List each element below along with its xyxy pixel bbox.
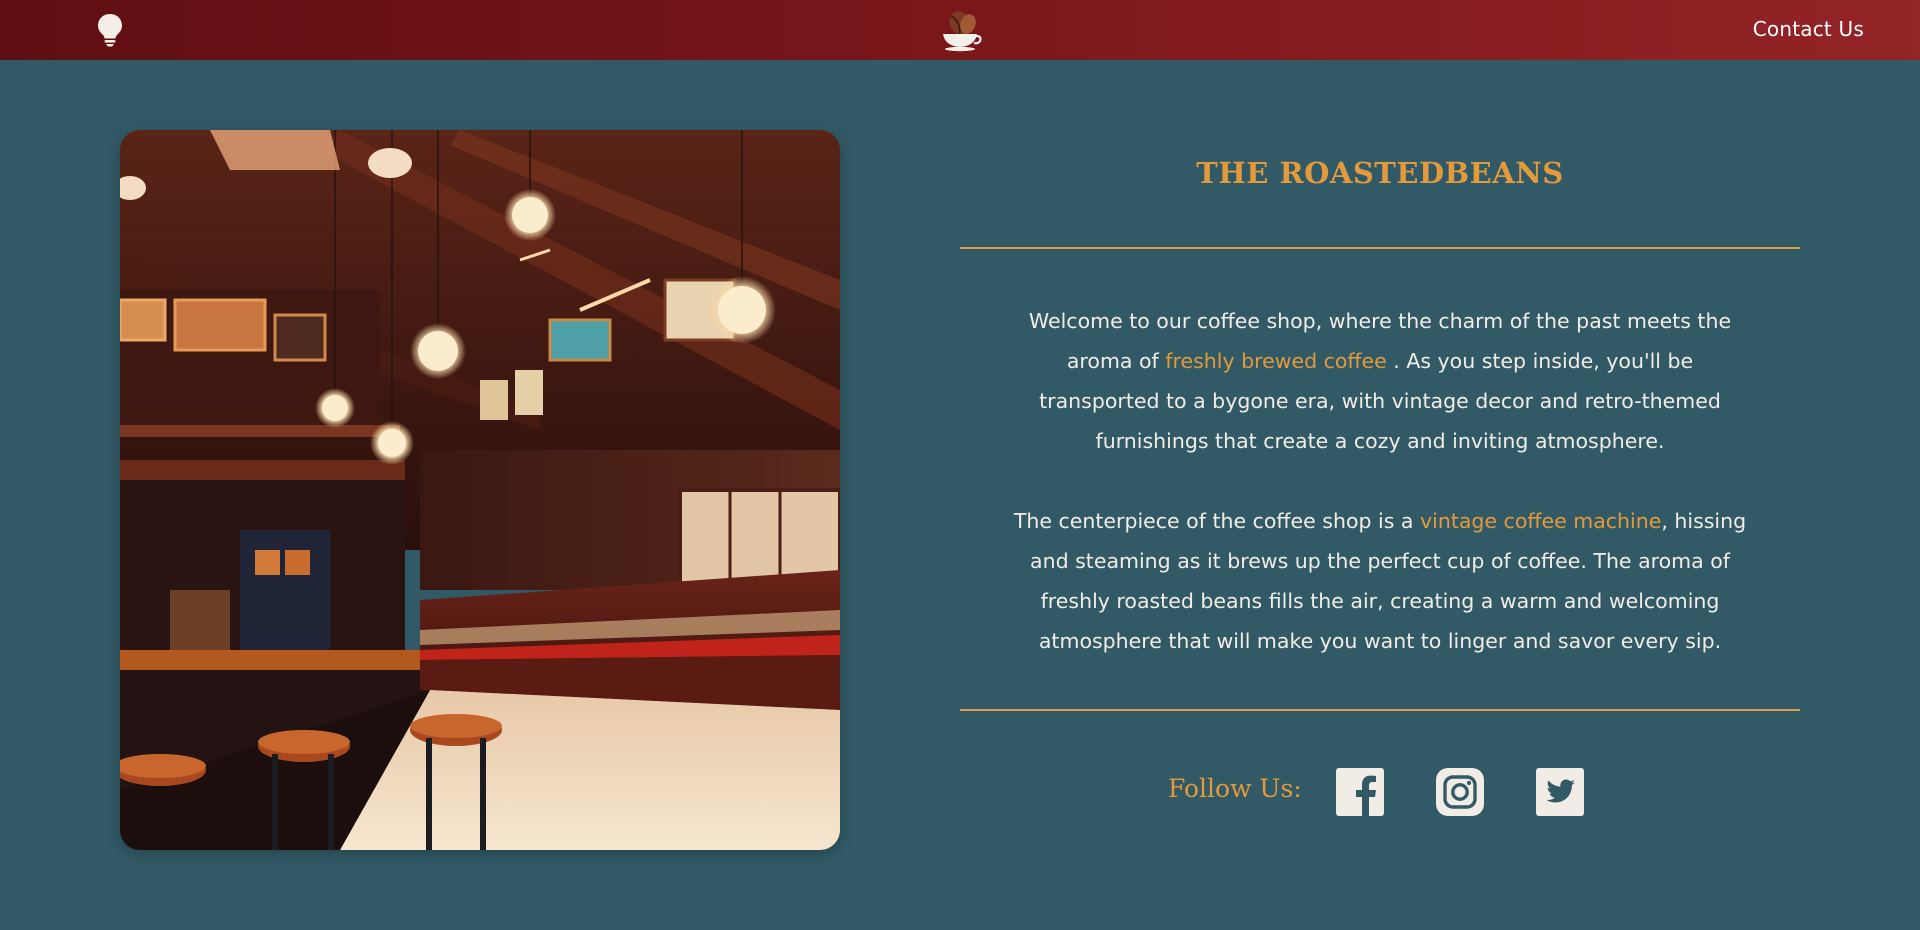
- coffee-shop-photo: [120, 130, 840, 850]
- coffee-cup-logo[interactable]: [938, 8, 982, 52]
- vintage-coffee-machine-highlight: vintage coffee machine: [1420, 509, 1662, 533]
- lightbulb-icon[interactable]: [96, 13, 124, 47]
- intro-paragraph: Welcome to our coffee shop, where the ch…: [1010, 301, 1750, 461]
- instagram-icon[interactable]: [1436, 768, 1484, 816]
- page-title: THE ROASTEDBEANS: [1196, 156, 1564, 190]
- freshly-brewed-coffee-highlight: freshly brewed coffee: [1165, 349, 1387, 373]
- follow-us-label: Follow Us:: [1168, 774, 1302, 803]
- twitter-icon[interactable]: [1536, 768, 1584, 816]
- top-divider: [960, 247, 1800, 249]
- contact-us-link[interactable]: Contact Us: [1753, 17, 1864, 41]
- centerpiece-paragraph: The centerpiece of the coffee shop is a …: [1010, 501, 1750, 661]
- bottom-divider: [960, 709, 1800, 711]
- facebook-icon[interactable]: [1336, 768, 1384, 816]
- top-nav-bar: Contact Us: [0, 0, 1920, 60]
- centerpiece-text-start: The centerpiece of the coffee shop is a: [1013, 509, 1420, 533]
